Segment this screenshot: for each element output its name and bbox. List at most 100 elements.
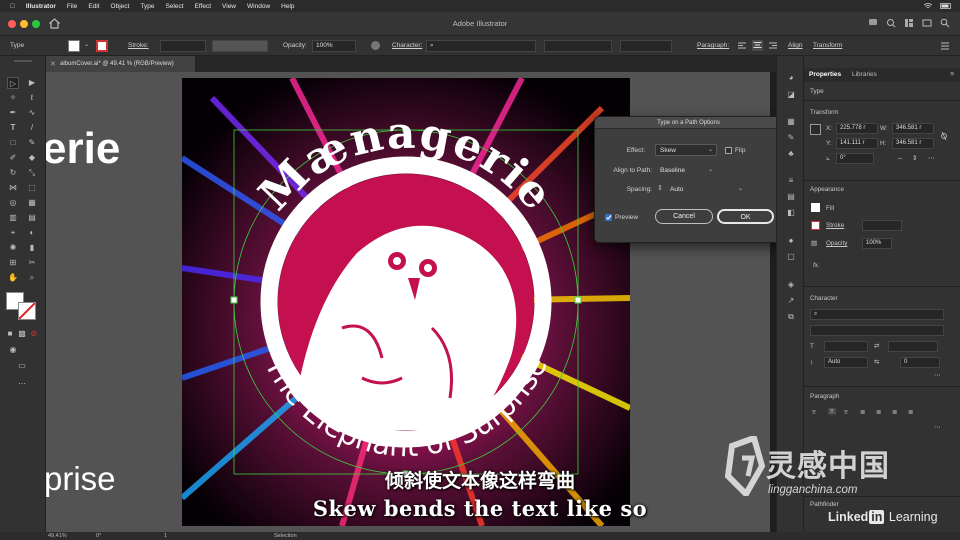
shaper-tool-icon[interactable]: ✐ (7, 152, 19, 164)
selection-tool-icon[interactable]: ▷ (7, 77, 19, 89)
pen-tool-icon[interactable]: ✒ (7, 107, 19, 119)
rotate-field[interactable]: 0° (836, 153, 874, 164)
color-panel-icon[interactable]: ◕ (785, 73, 797, 83)
curvature-tool-icon[interactable]: ∿ (26, 107, 38, 119)
screen-mode-icon[interactable]: ▭ (16, 360, 28, 372)
stroke-label[interactable]: Stroke: (128, 42, 149, 49)
artboard-tool-icon[interactable]: ⊞ (7, 257, 19, 269)
align-center-icon[interactable] (752, 40, 763, 51)
draw-mode-icon[interactable]: ◉ (7, 344, 19, 356)
font-style-field[interactable] (544, 40, 612, 52)
character-label[interactable]: Character: (392, 42, 422, 49)
gradient-mode-icon[interactable]: ▩ (16, 328, 28, 340)
paintbrush-tool-icon[interactable]: ✎ (26, 137, 38, 149)
menu-window[interactable]: Window (247, 3, 270, 10)
panel-menu-icon[interactable]: ≡ (950, 71, 954, 78)
h-field[interactable]: 346.581 r (892, 138, 934, 149)
status-mode[interactable]: Selection (274, 533, 297, 539)
spacing-stepper-icon[interactable]: ⇕ (657, 184, 663, 192)
toolbar-grip[interactable] (14, 60, 32, 62)
rotation-view[interactable]: 0° (96, 533, 101, 539)
preview-checkbox[interactable] (605, 214, 612, 221)
tab-libraries[interactable]: Libraries (852, 71, 877, 78)
gradient-panel-icon[interactable]: ▤ (785, 192, 797, 202)
appearance-fill-swatch[interactable] (811, 203, 820, 212)
appearance-stroke-label[interactable]: Stroke (826, 222, 844, 229)
flip-vertical-icon[interactable]: ⇕ (912, 155, 917, 162)
constrain-proportions-icon[interactable] (940, 130, 948, 142)
align-left-icon[interactable] (737, 41, 747, 51)
more-options-icon[interactable] (940, 42, 950, 50)
battery-icon[interactable] (940, 2, 952, 9)
free-transform-tool-icon[interactable]: ⬚ (26, 182, 38, 194)
apple-menu[interactable]:  (10, 3, 15, 10)
variable-width-profile[interactable] (212, 40, 268, 52)
document-tab[interactable]: ✕ albumCover.ai* @ 49.41 % (RGB/Preview) (46, 56, 196, 72)
artboards-icon[interactable]: ⧉ (785, 312, 797, 322)
align-to-path-select[interactable]: Baseline ⌄ (655, 164, 717, 176)
recolor-icon[interactable] (370, 40, 381, 51)
menu-help[interactable]: Help (281, 3, 294, 10)
artboard[interactable]: Mænagerie The Elephant of Surprise (182, 78, 630, 526)
edit-toolbar-icon[interactable]: ⋯ (16, 378, 28, 390)
w-field[interactable]: 346.581 r (892, 123, 934, 134)
stroke-panel-icon[interactable]: ≡ (785, 176, 797, 186)
magic-wand-tool-icon[interactable]: ✧ (7, 92, 19, 104)
ok-button[interactable]: OK (717, 209, 774, 224)
menu-effect[interactable]: Effect (195, 3, 212, 10)
share-icon[interactable] (868, 18, 878, 28)
chevron-down-icon[interactable]: ⌄ (84, 41, 89, 48)
more-paragraph-icon[interactable]: ⋯ (934, 424, 940, 431)
symbol-sprayer-tool-icon[interactable]: ✺ (7, 242, 19, 254)
discover-icon[interactable] (886, 18, 896, 28)
zoom-tool-icon[interactable]: ⌕ (26, 272, 38, 284)
wifi-icon[interactable] (924, 2, 932, 10)
menu-type[interactable]: Type (140, 3, 154, 10)
para-align-left-icon[interactable]: ≡ (812, 409, 816, 416)
appearance-opacity-label[interactable]: Opacity (826, 240, 847, 247)
rotate-tool-icon[interactable]: ↻ (7, 167, 19, 179)
align-label[interactable]: Align (788, 42, 802, 49)
eraser-tool-icon[interactable]: ◆ (26, 152, 38, 164)
swatches-icon[interactable]: ▦ (785, 117, 797, 127)
live-paint-tool-icon[interactable]: ▦ (26, 197, 38, 209)
column-graph-tool-icon[interactable]: ▮ (26, 242, 38, 254)
appearance-panel-icon[interactable]: ● (785, 236, 797, 246)
eyedropper-tool-icon[interactable]: ⌖ (7, 227, 19, 239)
fill-swatch[interactable] (68, 40, 80, 52)
x-field[interactable]: 225.778 r (836, 123, 878, 134)
stroke-color-box[interactable] (18, 302, 36, 320)
font-size-field[interactable] (620, 40, 672, 52)
menu-edit[interactable]: Edit (88, 3, 99, 10)
transform-label[interactable]: Transform (813, 42, 842, 49)
none-mode-icon[interactable]: ⊘ (28, 328, 40, 340)
menu-app[interactable]: Illustrator (26, 3, 56, 10)
paragraph-label[interactable]: Paragraph: (697, 42, 729, 49)
shape-builder-tool-icon[interactable]: ◎ (7, 197, 19, 209)
search-icon[interactable] (940, 18, 950, 28)
menu-view[interactable]: View (222, 3, 236, 10)
color-guide-icon[interactable]: ◪ (785, 90, 797, 100)
char-tracking[interactable]: 0 (900, 357, 940, 368)
cancel-button[interactable]: Cancel (655, 209, 713, 224)
spacing-select[interactable]: Auto ⌄ (665, 183, 747, 195)
zoom-level[interactable]: 49.41% (48, 533, 67, 539)
artboard-number[interactable]: 1 (164, 533, 167, 539)
brushes-icon[interactable]: ✎ (785, 133, 797, 143)
para-justify-right-icon[interactable]: ≣ (892, 409, 897, 416)
perspective-grid-tool-icon[interactable]: ▥ (7, 212, 19, 224)
symbols-icon[interactable]: ♣ (785, 149, 797, 159)
para-justify-all-icon[interactable]: ≣ (908, 409, 913, 416)
effect-select[interactable]: Skew ⌄ (655, 144, 717, 156)
more-transform-icon[interactable]: ⋯ (928, 155, 934, 162)
char-font-size[interactable] (824, 341, 868, 352)
slice-tool-icon[interactable]: ✂ (26, 257, 38, 269)
transparency-panel-icon[interactable]: ◧ (785, 208, 797, 218)
type-tool-icon[interactable]: T (7, 122, 19, 134)
width-tool-icon[interactable]: ⋈ (7, 182, 19, 194)
char-font-family[interactable]: ⌕ (810, 309, 944, 320)
graphic-styles-icon[interactable]: ▢ (785, 252, 797, 262)
hand-tool-icon[interactable]: ✋ (7, 272, 19, 284)
close-tab-icon[interactable]: ✕ (50, 60, 56, 68)
direct-selection-tool-icon[interactable]: ▶ (26, 77, 38, 89)
